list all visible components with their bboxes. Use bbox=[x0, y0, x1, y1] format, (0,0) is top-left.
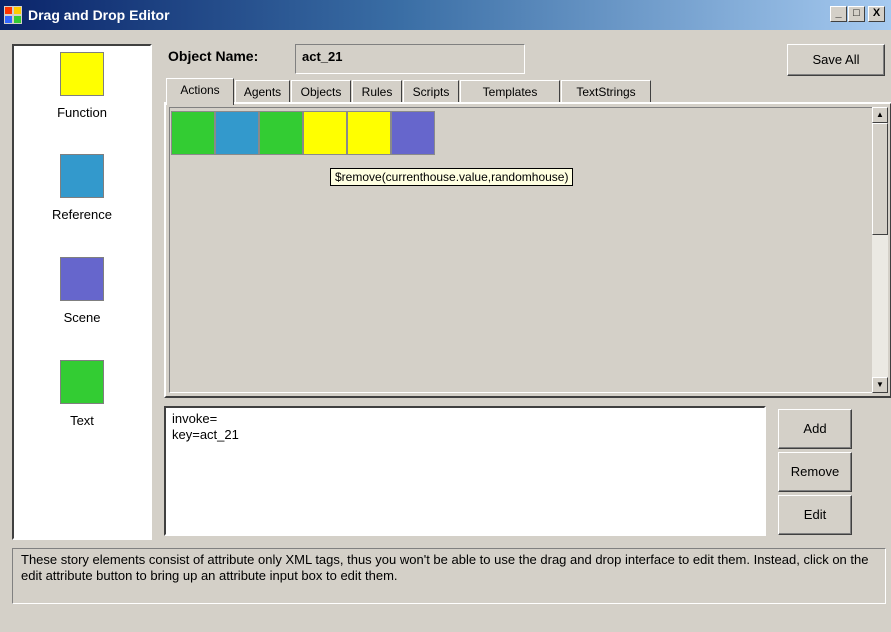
canvas-block-scene[interactable] bbox=[391, 111, 435, 155]
tab-rules[interactable]: Rules bbox=[352, 80, 402, 104]
remove-button[interactable]: Remove bbox=[778, 452, 852, 492]
title-bar: Drag and Drop Editor _ □ X bbox=[0, 0, 891, 30]
palette-label: Function bbox=[57, 105, 107, 120]
tab-scripts[interactable]: Scripts bbox=[403, 80, 459, 104]
scene-swatch[interactable] bbox=[60, 257, 104, 301]
drop-canvas[interactable]: $remove(currenthouse.value,randomhouse) bbox=[169, 107, 875, 393]
app-icon bbox=[4, 6, 22, 24]
canvas-block-function[interactable] bbox=[303, 111, 347, 155]
function-swatch[interactable] bbox=[60, 52, 104, 96]
info-message: These story elements consist of attribut… bbox=[12, 548, 886, 604]
element-palette: Function Reference Scene Text bbox=[12, 44, 152, 540]
palette-item-scene[interactable]: Scene bbox=[14, 257, 150, 325]
attributes-textbox[interactable]: invoke= key=act_21 bbox=[164, 406, 766, 536]
attribute-line: key=act_21 bbox=[172, 427, 239, 442]
palette-label: Scene bbox=[63, 310, 101, 325]
save-all-button[interactable]: Save All bbox=[787, 44, 885, 76]
drop-canvas-panel: $remove(currenthouse.value,randomhouse) … bbox=[164, 102, 891, 398]
add-button[interactable]: Add bbox=[778, 409, 852, 449]
canvas-block-text[interactable] bbox=[171, 111, 215, 155]
palette-item-function[interactable]: Function bbox=[14, 52, 150, 120]
vertical-scrollbar[interactable]: ▲ ▼ bbox=[872, 107, 888, 393]
object-name-label: Object Name: bbox=[168, 48, 259, 64]
reference-swatch[interactable] bbox=[60, 154, 104, 198]
tab-objects[interactable]: Objects bbox=[291, 80, 351, 104]
block-tooltip: $remove(currenthouse.value,randomhouse) bbox=[330, 168, 574, 186]
object-name-field[interactable]: act_21 bbox=[295, 44, 525, 74]
maximize-button[interactable]: □ bbox=[848, 6, 865, 22]
scroll-up-button[interactable]: ▲ bbox=[872, 107, 888, 123]
palette-label: Reference bbox=[52, 207, 112, 222]
tab-agents[interactable]: Agents bbox=[235, 80, 290, 104]
minimize-button[interactable]: _ bbox=[830, 6, 847, 22]
edit-button[interactable]: Edit bbox=[778, 495, 852, 535]
tab-actions[interactable]: Actions bbox=[166, 78, 234, 105]
canvas-block-text[interactable] bbox=[259, 111, 303, 155]
scroll-down-button[interactable]: ▼ bbox=[872, 377, 888, 393]
close-button[interactable]: X bbox=[868, 6, 885, 22]
attribute-line: invoke= bbox=[172, 411, 218, 426]
tab-textstrings[interactable]: TextStrings bbox=[561, 80, 651, 104]
tab-templates[interactable]: Templates bbox=[460, 80, 560, 104]
window-title: Drag and Drop Editor bbox=[28, 7, 170, 23]
scroll-thumb[interactable] bbox=[872, 123, 888, 235]
canvas-block-reference[interactable] bbox=[215, 111, 259, 155]
text-swatch[interactable] bbox=[60, 360, 104, 404]
palette-item-text[interactable]: Text bbox=[14, 360, 150, 428]
palette-item-reference[interactable]: Reference bbox=[14, 154, 150, 222]
palette-label: Text bbox=[70, 413, 94, 428]
canvas-block-function[interactable] bbox=[347, 111, 391, 155]
